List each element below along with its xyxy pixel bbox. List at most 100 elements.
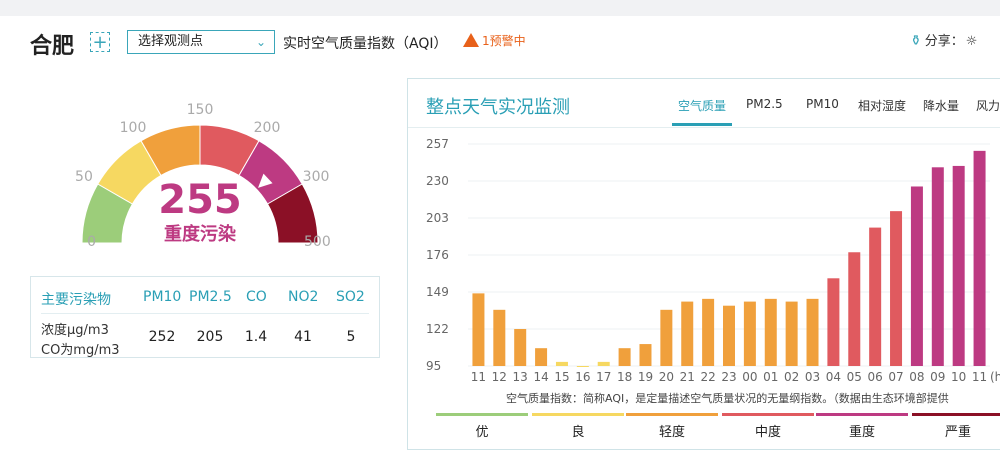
x-unit-label: (h [990,370,1000,384]
chevron-down-icon: ⌄ [255,35,266,49]
x-tick-label: 16 [575,370,590,384]
level-light: 轻度 [626,413,718,440]
x-tick-label: 21 [680,370,695,384]
warning-icon [463,33,479,47]
aqi-bar [890,211,903,366]
gauge-tick-label: 200 [254,120,281,136]
aqi-bar [848,252,861,366]
x-tick-label: 08 [909,370,924,384]
gauge-tick-label: 50 [75,169,93,185]
level-bar [816,413,908,416]
realtime-aqi-label: 实时空气质量指数（AQI） [283,36,448,52]
aqi-gauge: 0 50 100 150 200 300 500 255重度污染 [75,102,331,250]
top-band [0,0,1000,16]
level-label: 轻度 [658,425,685,440]
level-label: 良 [571,425,585,440]
level-excellent: 优 [436,413,528,440]
level-severe: 严重 [912,413,1000,440]
gauge-tick-label: 500 [304,234,331,250]
aqi-bar [702,298,715,366]
gauge-tick-label: 100 [120,120,147,136]
x-tick-label: 11 [972,370,987,384]
weibo-icon[interactable]: ☼ [966,34,978,49]
x-tick-label: 19 [638,370,653,384]
level-moderate: 中度 [722,413,814,440]
pollutant-name-co: CO [246,289,267,305]
x-tick-label: 13 [513,370,528,384]
level-bar [912,413,1000,416]
pollutant-name-pm10: PM10 [143,289,182,305]
share-area[interactable]: ⚱ 分享： ☼ [910,30,977,49]
x-tick-label: 15 [554,370,569,384]
x-tick-label: 14 [533,370,548,384]
pollutant-value-co: 1.4 [244,329,268,345]
aqi-bar [535,348,548,366]
aqi-bar [910,186,923,366]
station-select-label: 选择观测点 [138,34,204,49]
unit-label-co: CO为mg/m3 [41,343,120,358]
aqi-bar [555,361,568,366]
aqi-bar [472,293,485,366]
level-bar [436,413,528,416]
aqi-bar [576,366,589,367]
x-tick-label: 04 [826,370,841,384]
hourly-monitor-panel: 整点天气实况监测 空气质量 PM2.5 PM10 相对湿度 降水量 风力 95 1… [407,78,1000,450]
aqi-note: 空气质量指数：简称AQI，是定量描述空气质量状况的无量纲指数。（数据由生态环境部… [506,392,949,405]
level-good: 良 [532,413,624,440]
level-bar [532,413,624,416]
x-tick-label: 02 [784,370,799,384]
y-tick-label: 230 [426,174,449,188]
aqi-bar [785,301,798,366]
level-label: 严重 [944,425,971,440]
x-tick-label: 22 [700,370,715,384]
aqi-bar [743,301,756,366]
y-tick-label: 122 [426,322,449,336]
level-label: 优 [475,425,489,440]
x-tick-label: 07 [888,370,903,384]
x-tick-label: 09 [930,370,945,384]
aqi-bar [931,167,944,366]
x-tick-label: 17 [596,370,611,384]
pollutant-value-pm10: 252 [148,329,176,345]
x-tick-label: 01 [763,370,778,384]
aqi-bar [806,298,819,366]
pollutant-title: 主要污染物 [41,292,111,308]
x-tick-label: 06 [868,370,883,384]
aqi-bar [514,329,527,366]
aqi-bar-chart: 95 122 149 176 203 230 257 11 12 13 14 15 16 17 18 19 20… [426,137,1000,384]
aqi-level-text: 重度污染 [164,223,237,245]
share-icon: ⚱ [910,33,922,49]
x-tick-label: 05 [847,370,862,384]
pollutant-value-so2: 5 [346,329,356,345]
y-tick-label: 176 [426,248,449,262]
x-tick-label: 03 [805,370,820,384]
aqi-bar [827,278,840,366]
level-label: 中度 [754,425,781,440]
aqi-bar [493,309,506,366]
pollutant-table: 主要污染物 PM10 PM2.5 CO NO2 SO2 浓度μg/m3 CO为m… [30,276,380,358]
aqi-bar [639,344,652,366]
unit-label: 浓度μg/m3 [41,323,109,338]
pollutant-value-no2: 41 [294,329,312,345]
y-tick-label: 149 [426,285,449,299]
aqi-bar [952,165,965,366]
y-tick-label: 95 [426,359,441,373]
aqi-bar [681,301,694,366]
pollutant-name-so2: SO2 [336,289,365,305]
x-tick-label: 12 [492,370,507,384]
x-tick-label: 20 [659,370,674,384]
share-label: 分享： [924,34,964,49]
aqi-bar [723,305,735,366]
y-tick-label: 257 [426,137,449,151]
warning-link[interactable]: 1预警中 [463,31,526,49]
pollutant-value-pm25: 205 [196,329,224,345]
level-bar [626,413,718,416]
divider [41,313,369,314]
add-city-button[interactable]: + [90,32,110,52]
gauge-tick-label: 300 [303,169,330,185]
y-tick-label: 203 [426,211,449,225]
x-tick-label: 23 [721,370,736,384]
level-bar [722,413,814,416]
station-select[interactable]: 选择观测点 ⌄ [127,30,275,54]
level-label: 重度 [848,425,875,440]
